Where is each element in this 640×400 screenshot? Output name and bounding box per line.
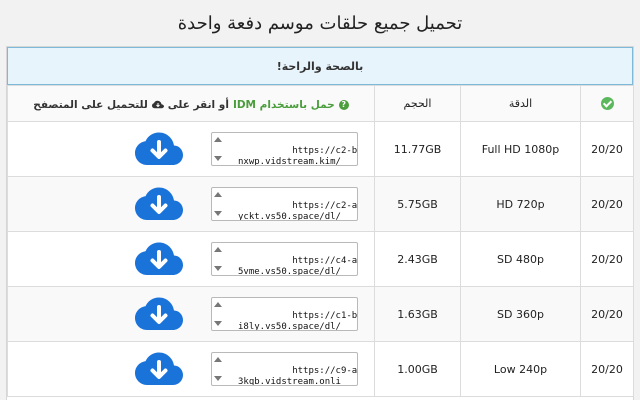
resolution-cell: Low 240p — [460, 341, 581, 397]
download-cell: https://c4-a0911-f- 5vme.vs50.space/dl/ … — [7, 231, 375, 287]
table-row: 20/20 Low 240p 1.00GB https://c9-a0215-f… — [7, 341, 634, 397]
size-cell: 2.43GB — [374, 231, 461, 287]
resolution-header: الدقة — [460, 85, 581, 122]
cloud-download-icon[interactable] — [135, 297, 183, 331]
table-row: 20/20 SD 360p 1.63GB https://c1-b0843-f-… — [7, 286, 634, 342]
link-textarea[interactable]: https://c2-a0879-f- yckt.vs50.space/dl/ … — [211, 187, 358, 221]
episode-count: 20/20 — [580, 286, 634, 342]
cloud-download-icon[interactable] — [135, 132, 183, 166]
episode-count: 20/20 — [580, 176, 634, 232]
size-cell: 11.77GB — [374, 121, 461, 177]
size-cell: 1.00GB — [374, 341, 461, 397]
link-textarea[interactable]: https://c4-a0911-f- 5vme.vs50.space/dl/ … — [211, 242, 358, 276]
idm-label: حمل باستخدام IDM — [232, 98, 335, 111]
textarea-grip-icon[interactable] — [214, 135, 226, 163]
size-header: الحجم — [374, 85, 461, 122]
textarea-grip-icon[interactable] — [214, 190, 226, 218]
table-row: 20/20 HD 720p 5.75GB https://c2-a0879-f-… — [7, 176, 634, 232]
link-text: https://c2-b0039-f- nxwp.vidstream.kim/ … — [238, 146, 358, 166]
link-textarea[interactable]: https://c2-b0039-f- nxwp.vidstream.kim/ … — [211, 132, 358, 166]
cloud-download-icon[interactable] — [135, 187, 183, 221]
downloads-table: الدقة الحجم ? حمل باستخدام IDM أو انقر ع… — [7, 85, 634, 397]
cloud-download-icon[interactable] — [135, 352, 183, 386]
size-cell: 5.75GB — [374, 176, 461, 232]
download-cell: https://c2-a0879-f- yckt.vs50.space/dl/ … — [7, 176, 375, 232]
textarea-grip-icon[interactable] — [214, 245, 226, 273]
episode-count: 20/20 — [580, 231, 634, 287]
link-text: https://c2-a0879-f- yckt.vs50.space/dl/ … — [238, 201, 358, 221]
download-cell: https://c1-b0843-f- i8ly.vs50.space/dl/ … — [7, 286, 375, 342]
table-header-row: الدقة الحجم ? حمل باستخدام IDM أو انقر ع… — [7, 85, 634, 122]
textarea-grip-icon[interactable] — [214, 355, 226, 383]
download-panel: بالصحة والراحة! الدقة الحجم ? حمل باستخد… — [6, 46, 634, 400]
browser-label: للتحميل على المتصفح — [33, 98, 148, 111]
link-text: https://c1-b0843-f- i8ly.vs50.space/dl/ … — [238, 311, 358, 331]
resolution-cell: HD 720p — [460, 176, 581, 232]
table-row: 20/20 Full HD 1080p 11.77GB https://c2-b… — [7, 121, 634, 177]
link-text: https://c4-a0911-f- 5vme.vs50.space/dl/ … — [238, 256, 358, 276]
link-textarea[interactable]: https://c1-b0843-f- i8ly.vs50.space/dl/ … — [211, 297, 358, 331]
small-cloud-download-icon — [151, 100, 164, 108]
resolution-cell: SD 480p — [460, 231, 581, 287]
download-cell: https://c2-b0039-f- nxwp.vidstream.kim/ … — [7, 121, 375, 177]
help-icon[interactable]: ? — [338, 99, 349, 110]
status-header — [580, 85, 634, 122]
episode-count: 20/20 — [580, 341, 634, 397]
check-icon — [600, 97, 614, 111]
page: تحميل جميع حلقات موسم دفعة واحدة بالصحة … — [0, 0, 640, 400]
resolution-cell: SD 360p — [460, 286, 581, 342]
textarea-grip-icon[interactable] — [214, 300, 226, 328]
download-header: ? حمل باستخدام IDM أو انقر على للتحميل ع… — [7, 85, 375, 122]
download-cell: https://c9-a0215-f- 3kqb.vidstream.onli … — [7, 341, 375, 397]
size-cell: 1.63GB — [374, 286, 461, 342]
link-text: https://c9-a0215-f- 3kqb.vidstream.onli … — [238, 366, 358, 386]
table-row: 20/20 SD 480p 2.43GB https://c4-a0911-f-… — [7, 231, 634, 287]
cloud-download-icon[interactable] — [135, 242, 183, 276]
or-label: أو انقر على — [167, 98, 229, 111]
page-title: تحميل جميع حلقات موسم دفعة واحدة — [177, 12, 463, 34]
notice-banner: بالصحة والراحة! — [7, 47, 633, 85]
resolution-cell: Full HD 1080p — [460, 121, 581, 177]
episode-count: 20/20 — [580, 121, 634, 177]
link-textarea[interactable]: https://c9-a0215-f- 3kqb.vidstream.onli … — [211, 352, 358, 386]
